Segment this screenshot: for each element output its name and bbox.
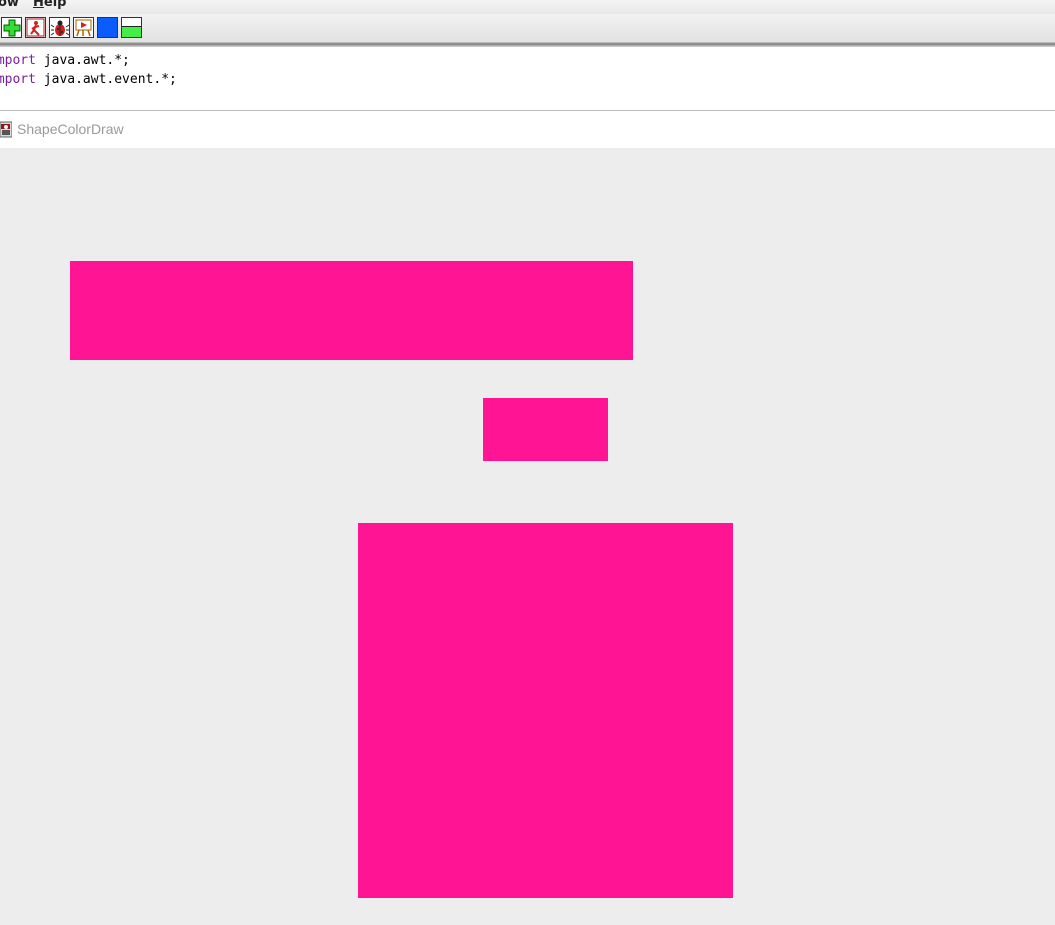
code-keyword: import xyxy=(0,53,36,68)
new-icon xyxy=(3,19,21,37)
code-line: import java.awt.event.*; xyxy=(0,72,177,87)
split-button[interactable] xyxy=(121,17,142,38)
code-text: java.awt.*; xyxy=(35,53,130,68)
pink-rectangle-wide xyxy=(70,261,633,360)
code-text: java.awt.event.*; xyxy=(35,72,177,87)
new-button[interactable] xyxy=(1,17,22,38)
code-editor[interactable]: import java.awt.*; import java.awt.event… xyxy=(0,47,1055,111)
code-line: import java.awt.*; xyxy=(0,53,130,68)
menu-bar: ow Help xyxy=(0,0,1055,14)
debug-bug-icon xyxy=(50,20,70,36)
drawing-canvas[interactable] xyxy=(0,148,1055,925)
menu-help[interactable]: Help xyxy=(33,0,66,10)
debug-button[interactable] xyxy=(49,17,70,38)
run-icon xyxy=(26,18,45,37)
run-button[interactable] xyxy=(25,17,46,38)
toolbar xyxy=(0,14,1055,42)
applet-window-title: ShapeColorDraw xyxy=(17,121,124,137)
applet-button[interactable] xyxy=(73,17,94,38)
pink-square-large xyxy=(358,523,733,898)
blue-square-icon xyxy=(98,18,117,37)
applet-window-titlebar: ShapeColorDraw xyxy=(0,111,1055,148)
code-keyword: import xyxy=(0,72,36,87)
color-button[interactable] xyxy=(97,17,118,38)
java-app-icon xyxy=(0,121,12,138)
applet-run-icon xyxy=(75,19,92,37)
menu-window[interactable]: ow xyxy=(0,0,19,10)
pink-rectangle-small xyxy=(483,398,608,461)
split-panel-icon xyxy=(122,18,141,37)
